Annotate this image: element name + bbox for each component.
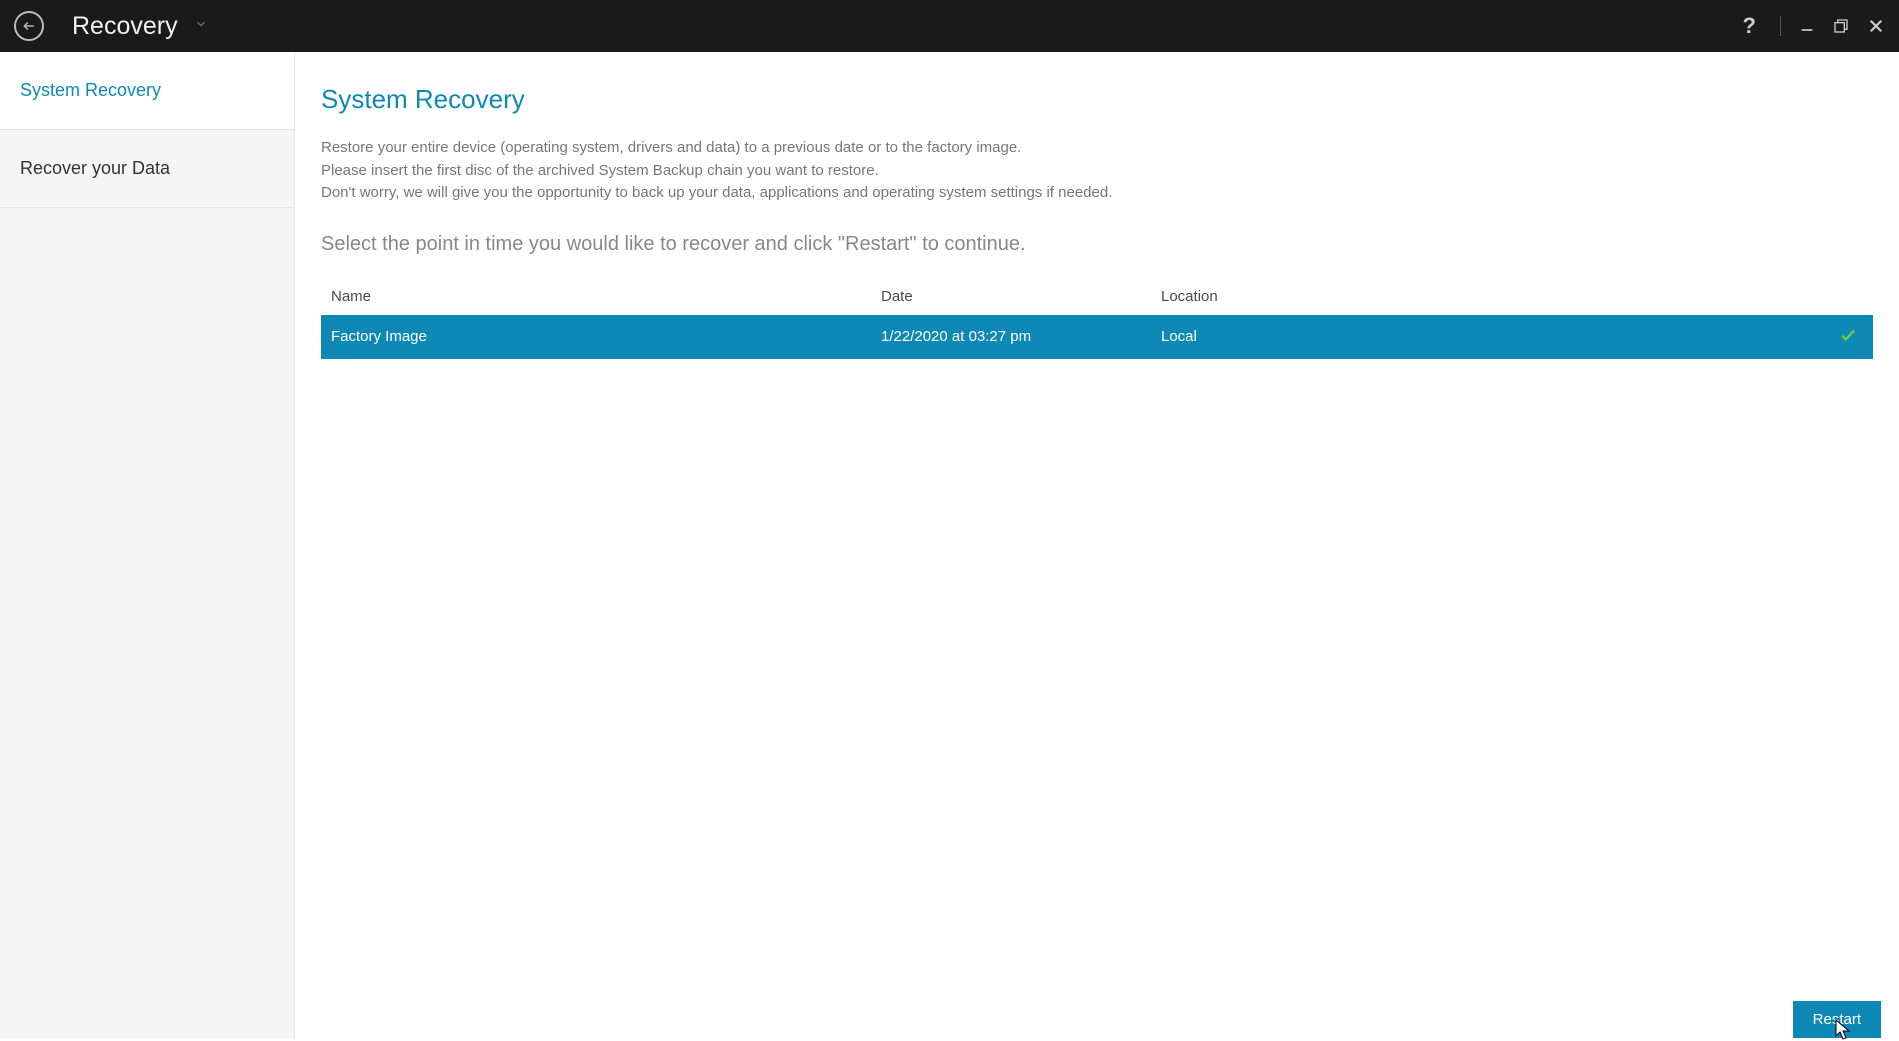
checkmark-icon — [1839, 326, 1857, 344]
title-dropdown[interactable] — [194, 17, 208, 36]
arrow-left-icon — [22, 19, 36, 33]
main-panel: System Recovery Restore your entire devi… — [295, 52, 1899, 1038]
restart-button[interactable]: Restart — [1793, 1001, 1881, 1038]
back-button[interactable] — [14, 11, 44, 41]
row-date: 1/22/2020 at 03:27 pm — [881, 328, 1161, 345]
row-name: Factory Image — [321, 328, 881, 345]
sidebar-item-label: Recover your Data — [20, 158, 170, 178]
maximize-button[interactable] — [1833, 18, 1849, 34]
sidebar: System Recovery Recover your Data — [0, 52, 295, 1038]
sidebar-item-system-recovery[interactable]: System Recovery — [0, 52, 294, 130]
minimize-icon — [1799, 18, 1815, 34]
table-header: Name Date Location — [321, 278, 1873, 315]
restart-label: Restart — [1813, 1011, 1861, 1028]
select-prompt: Select the point in time you would like … — [321, 233, 1873, 256]
help-button[interactable]: ? — [1743, 13, 1756, 39]
chevron-down-icon — [194, 17, 208, 31]
desc-line: Restore your entire device (operating sy… — [321, 137, 1873, 160]
app-title: Recovery — [72, 12, 178, 41]
header-date: Date — [881, 288, 1161, 305]
recovery-points-table: Name Date Location Factory Image 1/22/20… — [321, 278, 1873, 359]
window-controls: ? — [1743, 13, 1885, 39]
sidebar-item-recover-data[interactable]: Recover your Data — [0, 130, 294, 208]
separator — [1780, 16, 1781, 36]
minimize-button[interactable] — [1799, 18, 1815, 34]
header-location: Location — [1161, 288, 1823, 305]
sidebar-item-label: System Recovery — [20, 80, 161, 100]
header-name: Name — [321, 288, 881, 305]
desc-line: Don't worry, we will give you the opport… — [321, 182, 1873, 205]
close-button[interactable] — [1867, 17, 1885, 35]
titlebar: Recovery ? — [0, 0, 1899, 52]
close-icon — [1867, 17, 1885, 35]
row-check — [1823, 326, 1873, 348]
row-location: Local — [1161, 328, 1823, 345]
desc-line: Please insert the first disc of the arch… — [321, 160, 1873, 183]
table-row[interactable]: Factory Image 1/22/2020 at 03:27 pm Loca… — [321, 315, 1873, 359]
page-title: System Recovery — [321, 84, 1873, 115]
maximize-icon — [1833, 18, 1849, 34]
description: Restore your entire device (operating sy… — [321, 137, 1873, 205]
